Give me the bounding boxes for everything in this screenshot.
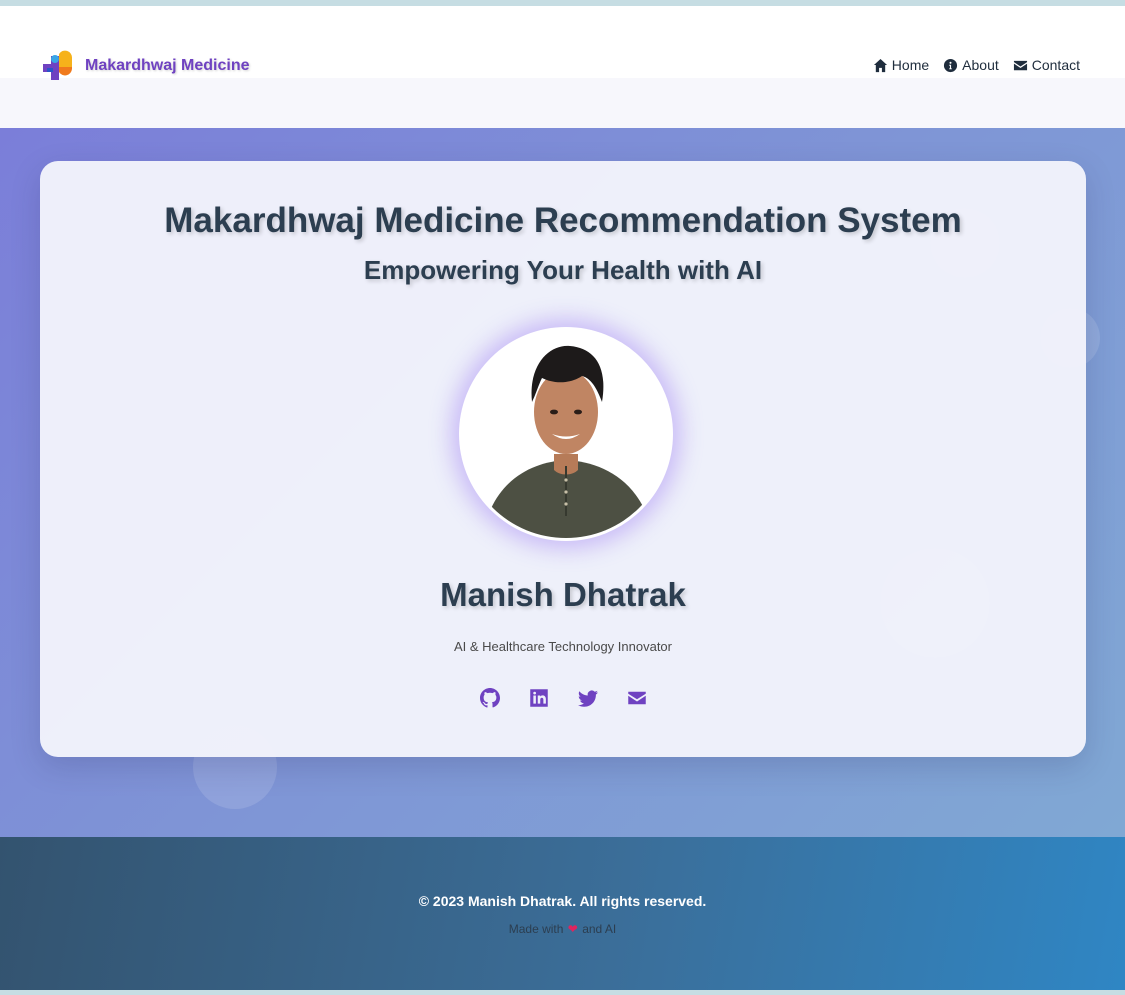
twitter-icon <box>577 690 598 707</box>
github-link[interactable] <box>479 688 500 708</box>
medical-cross-icon <box>40 50 74 82</box>
footer-copyright: © 2023 Manish Dhatrak. All rights reserv… <box>418 893 707 909</box>
email-link[interactable] <box>627 688 647 708</box>
nav-contact-link[interactable]: Contact <box>1013 57 1080 73</box>
github-icon <box>479 688 500 708</box>
linkedin-link[interactable] <box>529 688 549 708</box>
avatar <box>459 327 673 541</box>
made-with-prefix: Made with <box>508 922 564 936</box>
twitter-link[interactable] <box>577 688 598 708</box>
nav-about-label: About <box>962 57 999 73</box>
envelope-icon <box>627 691 646 705</box>
navbar: Makardhwaj Medicine Home About Contact <box>0 6 1125 128</box>
profile-card: Makardhwaj Medicine Recommendation Syste… <box>40 161 1086 757</box>
page-subtitle: Empowering Your Health with AI <box>363 255 763 285</box>
nav-home-label: Home <box>891 57 930 73</box>
footer-made-with: Made with ❤ and AI <box>0 922 1125 936</box>
page-title: Makardhwaj Medicine Recommendation Syste… <box>164 201 962 240</box>
home-icon <box>873 58 887 72</box>
nav-about-link[interactable]: About <box>943 57 999 73</box>
nav-home-link[interactable]: Home <box>873 57 929 73</box>
brand[interactable]: Makardhwaj Medicine <box>40 50 250 82</box>
main-nav: Home About Contact <box>873 57 1080 73</box>
nav-contact-label: Contact <box>1031 57 1080 73</box>
footer: © 2023 Manish Dhatrak. All rights reserv… <box>0 837 1125 990</box>
hero-section: Makardhwaj Medicine Recommendation Syste… <box>0 128 1125 837</box>
bottom-strip <box>0 990 1125 995</box>
info-circle-icon <box>944 58 958 72</box>
linkedin-icon <box>529 689 548 707</box>
profile-name: Manish Dhatrak <box>440 576 686 613</box>
brand-name: Makardhwaj Medicine <box>85 57 250 74</box>
social-links <box>40 688 1086 708</box>
envelope-icon <box>1013 60 1027 70</box>
made-with-suffix: and AI <box>582 922 617 936</box>
profile-role: AI & Healthcare Technology Innovator <box>453 639 672 654</box>
heart-icon: ❤ <box>567 922 578 936</box>
